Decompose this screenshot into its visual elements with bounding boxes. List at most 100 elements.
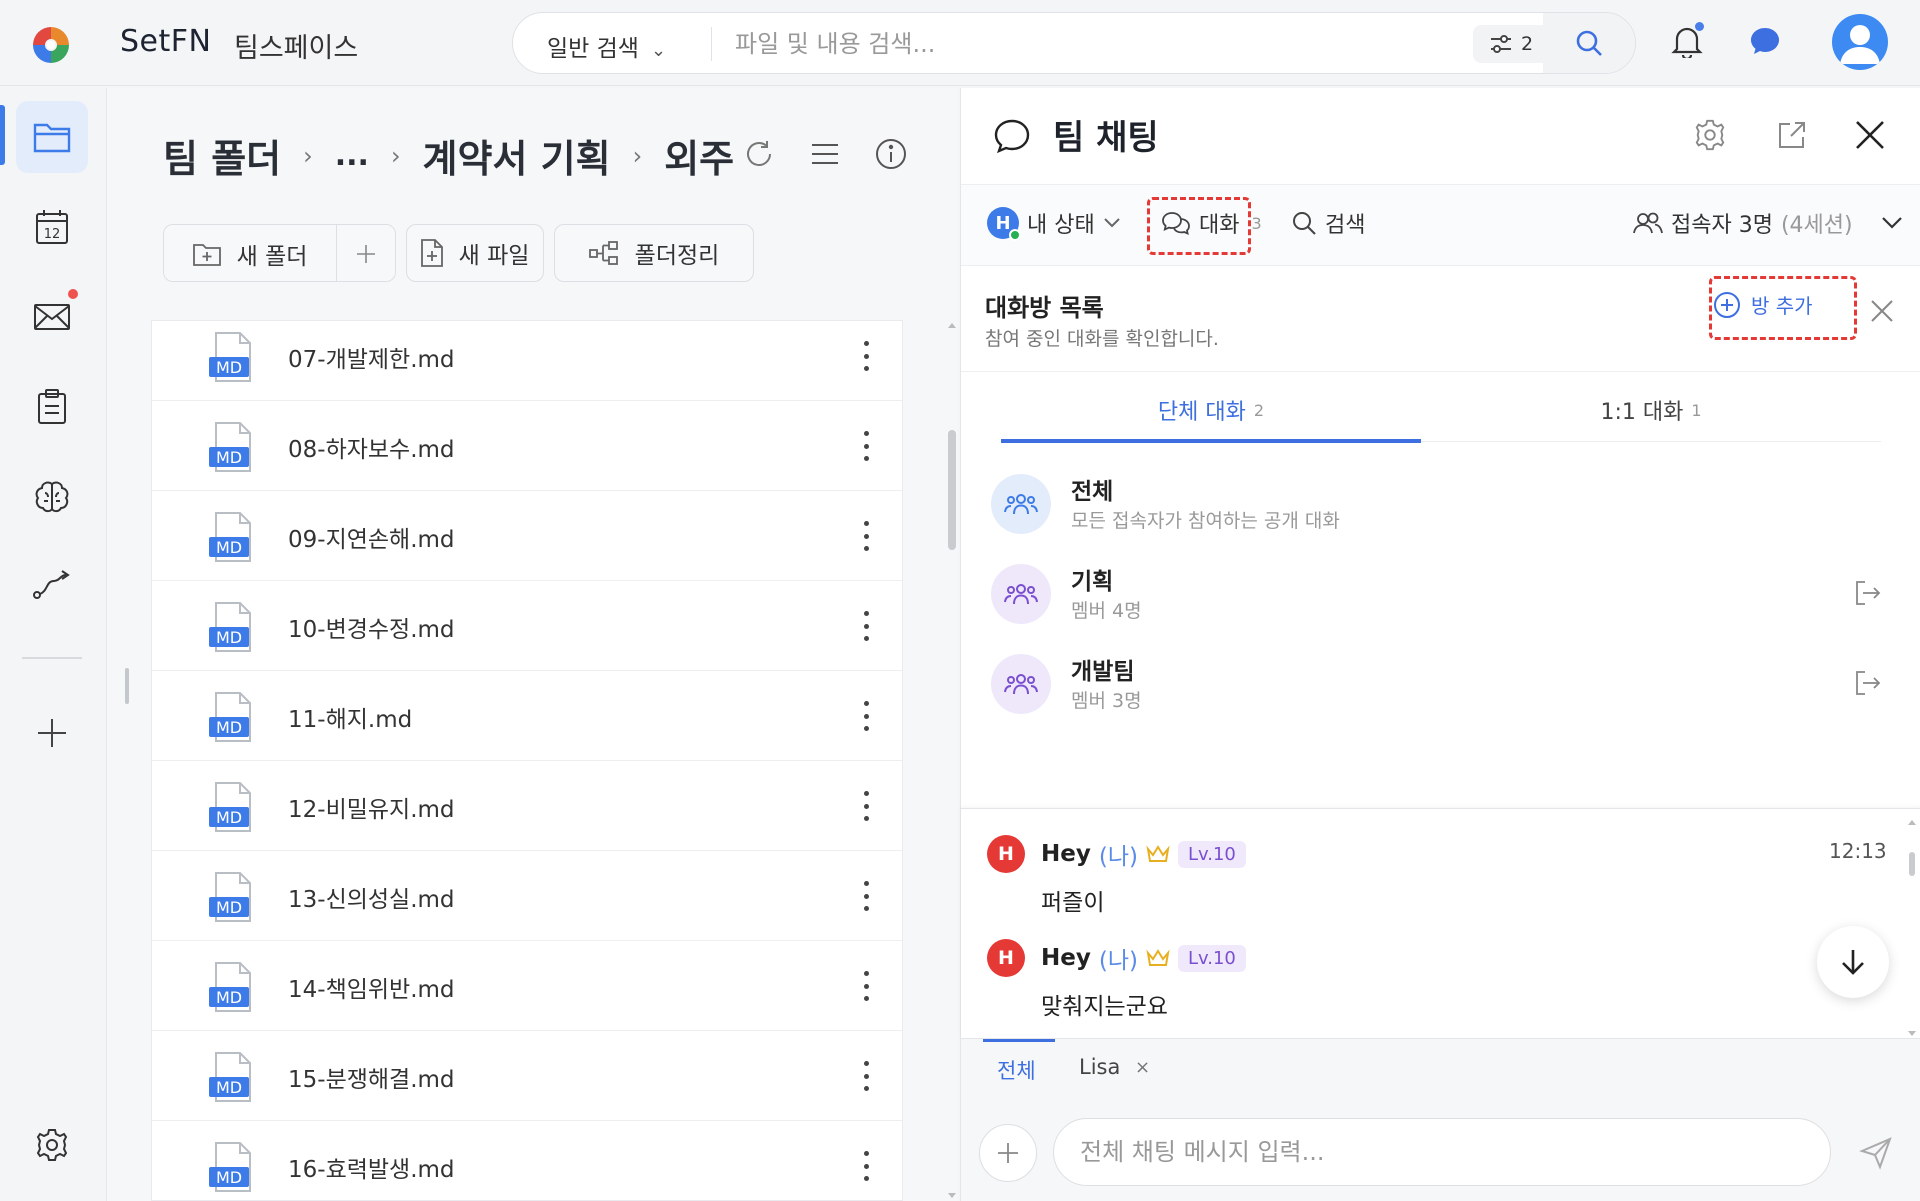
send-icon[interactable] xyxy=(1859,1136,1893,1170)
chat-settings-button[interactable] xyxy=(1687,112,1733,158)
chevron-down-icon: ⌄ xyxy=(650,40,667,61)
info-button[interactable] xyxy=(871,134,911,174)
message-avatar[interactable]: H xyxy=(987,835,1025,873)
scroll-to-bottom-button[interactable] xyxy=(1817,926,1889,998)
tab-group-chat-label: 단체 대화 xyxy=(1157,400,1246,425)
messenger-button[interactable] xyxy=(1744,20,1786,62)
more-options-icon[interactable] xyxy=(858,787,874,825)
breadcrumb-item-team-folder[interactable]: 팀 폴더 xyxy=(163,128,281,183)
user-avatar[interactable] xyxy=(1832,14,1888,70)
new-file-label: 새 파일 xyxy=(458,243,530,269)
scrollbar-thumb[interactable] xyxy=(1909,852,1915,876)
attach-button[interactable] xyxy=(979,1124,1037,1182)
close-tab-icon[interactable]: × xyxy=(1135,1057,1150,1078)
breadcrumb-item-contract-plan[interactable]: 계약서 기획 xyxy=(423,128,611,183)
file-row[interactable]: MD 14-책임위반.md xyxy=(152,941,902,1031)
search-divider xyxy=(711,27,712,61)
tab-direct-chat[interactable]: 1:1 대화 1 xyxy=(1441,378,1861,442)
file-row[interactable]: MD 08-하자보수.md xyxy=(152,401,902,491)
notifications-button[interactable] xyxy=(1666,20,1708,62)
search-input[interactable] xyxy=(735,23,1435,65)
file-badge: MD xyxy=(216,538,242,557)
scrollbar-thumb[interactable] xyxy=(948,430,956,550)
message-avatar[interactable]: H xyxy=(987,939,1025,977)
file-badge: MD xyxy=(216,1078,242,1097)
file-row[interactable]: MD 07-개발제한.md xyxy=(152,321,902,401)
online-indicator xyxy=(1009,229,1021,241)
new-folder-button[interactable]: 새 폴더 xyxy=(164,225,336,281)
more-options-icon[interactable] xyxy=(858,967,874,1005)
room-item-planning[interactable]: 기획 멤버 4명 xyxy=(961,552,1920,642)
setfn-logo-icon[interactable] xyxy=(30,24,72,66)
more-options-icon[interactable] xyxy=(858,517,874,555)
search-button[interactable] xyxy=(1543,13,1635,73)
more-options-icon[interactable] xyxy=(858,427,874,465)
scroll-down-arrow-icon[interactable] xyxy=(1907,1030,1917,1038)
popout-button[interactable] xyxy=(1769,112,1815,158)
room-item-dev-team[interactable]: 개발팀 멤버 3명 xyxy=(961,642,1920,732)
refresh-button[interactable] xyxy=(739,134,779,174)
unread-dot xyxy=(68,289,78,299)
file-list: MD 07-개발제한.md MD 08-하자보수.md MD 09-지연손해.md MD 10… xyxy=(151,320,903,1201)
chat-tab-lisa[interactable]: Lisa xyxy=(1079,1055,1120,1079)
chat-search-button[interactable]: 검색 xyxy=(1291,207,1365,239)
leave-room-icon[interactable] xyxy=(1853,668,1883,698)
scroll-up-arrow-icon[interactable] xyxy=(945,320,959,330)
room-item-all[interactable]: 전체 모든 접속자가 참여하는 공개 대화 xyxy=(961,462,1920,552)
new-file-button[interactable]: 새 파일 xyxy=(406,224,544,282)
rail-settings-button[interactable] xyxy=(16,1109,88,1181)
organize-folder-button[interactable]: 폴더정리 xyxy=(554,224,754,282)
rail-item-files[interactable] xyxy=(16,101,88,173)
rail-item-calendar[interactable]: 12 xyxy=(16,191,88,263)
brand-name: SetFN xyxy=(120,24,212,59)
rail-item-ai[interactable] xyxy=(16,461,88,533)
tab-group-chat[interactable]: 단체 대화 2 xyxy=(1001,378,1421,442)
file-name: 08-하자보수.md xyxy=(288,437,455,463)
plus-icon xyxy=(998,1143,1018,1163)
more-options-icon[interactable] xyxy=(858,697,874,735)
my-status-dropdown[interactable]: H 내 상태 xyxy=(987,207,1121,241)
file-row[interactable]: MD 10-변경수정.md xyxy=(152,581,902,671)
more-options-icon[interactable] xyxy=(858,1147,874,1185)
external-link-icon xyxy=(1779,122,1805,148)
file-row[interactable]: MD 09-지연손해.md xyxy=(152,491,902,581)
panel-resize-handle[interactable] xyxy=(125,668,129,704)
file-list-scrollbar[interactable] xyxy=(945,320,959,1201)
more-options-icon[interactable] xyxy=(858,337,874,375)
close-icon[interactable] xyxy=(1867,296,1897,326)
more-options-icon[interactable] xyxy=(858,1057,874,1095)
file-row[interactable]: MD 12-비밀유지.md xyxy=(152,761,902,851)
file-row[interactable]: MD 16-효력발생.md xyxy=(152,1121,902,1200)
rail-item-workflow[interactable] xyxy=(16,549,88,621)
file-row[interactable]: MD 11-해지.md xyxy=(152,671,902,761)
participants-dropdown[interactable]: 접속자 3명 (4세션) xyxy=(1633,207,1903,239)
file-row[interactable]: MD 15-분쟁해결.md xyxy=(152,1031,902,1121)
scroll-down-arrow-icon[interactable] xyxy=(945,1191,959,1201)
brain-icon xyxy=(35,481,69,513)
message-scrollbar[interactable] xyxy=(1907,818,1917,1038)
chat-tab-all[interactable]: 전체 xyxy=(997,1055,1036,1085)
search-filter-button[interactable]: 2 xyxy=(1473,25,1549,63)
add-menu-button[interactable] xyxy=(337,225,395,281)
rail-item-tasks[interactable] xyxy=(16,371,88,443)
rail-item-mail[interactable] xyxy=(16,281,88,353)
file-row[interactable]: MD 13-신의성실.md xyxy=(152,851,902,941)
rail-add-button[interactable] xyxy=(16,697,88,769)
message-input[interactable] xyxy=(1053,1118,1831,1186)
chat-message: H Hey (나) Lv.10 맞춰지는군요 xyxy=(961,931,1920,1031)
search-scope-select[interactable]: 일반 검색 ⌄ xyxy=(547,29,666,63)
chevron-right-icon: › xyxy=(390,141,401,170)
more-options-icon[interactable] xyxy=(858,607,874,645)
leave-room-icon[interactable] xyxy=(1853,578,1883,608)
more-options-icon[interactable] xyxy=(858,877,874,915)
breadcrumb-ellipsis[interactable]: ... xyxy=(335,138,369,173)
file-name: 10-변경수정.md xyxy=(288,617,455,643)
my-avatar-initial: H xyxy=(995,212,1011,234)
users-icon xyxy=(1633,212,1663,234)
scroll-up-arrow-icon[interactable] xyxy=(1907,818,1917,826)
hierarchy-icon xyxy=(588,241,618,265)
left-nav-rail: 12 xyxy=(0,87,104,1201)
plus-icon xyxy=(38,719,66,747)
list-view-button[interactable] xyxy=(805,134,845,174)
close-chat-button[interactable] xyxy=(1847,112,1893,158)
